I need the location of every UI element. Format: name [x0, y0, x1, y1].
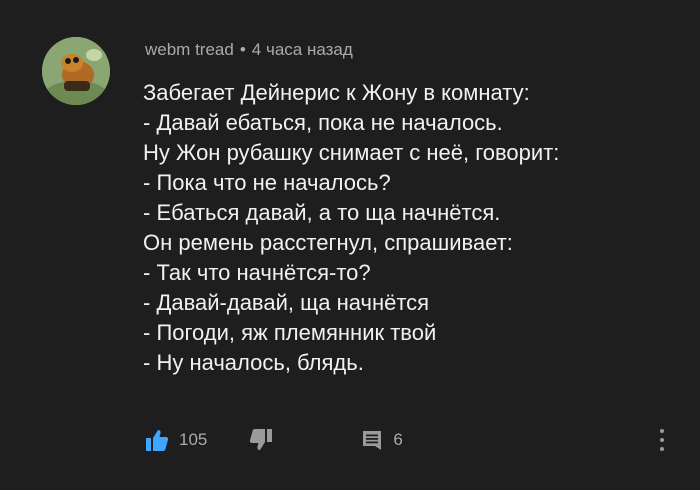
avatar[interactable] — [42, 37, 110, 105]
comment-line: - Так что начнётся-то? — [143, 260, 371, 285]
comment-text: Забегает Дейнерис к Жону в комнату: - Да… — [143, 78, 683, 378]
comment-line: - Погоди, яж племянник твой — [143, 320, 437, 345]
dislike-button[interactable] — [249, 428, 273, 452]
thumbs-up-icon — [146, 430, 169, 451]
comment-meta: webm tread • 4 часа назад — [145, 40, 353, 60]
comment-line: Он ремень расстегнул, спрашивает: — [143, 230, 513, 255]
more-dot — [660, 438, 664, 442]
comment-actions: 105 6 — [145, 425, 403, 455]
author-name[interactable]: webm tread — [145, 40, 234, 59]
comment-line: - Ебаться давай, а то ща начнётся. — [143, 200, 501, 225]
comment-line: Ну Жон рубашку снимает с неё, говорит: — [143, 140, 560, 165]
avatar-image — [42, 37, 110, 105]
thumbs-down-icon — [250, 429, 273, 450]
more-dot — [660, 447, 664, 451]
timestamp[interactable]: 4 часа назад — [252, 40, 353, 59]
comment-line: Забегает Дейнерис к Жону в комнату: — [143, 80, 530, 105]
more-dot — [660, 429, 664, 433]
reply-button[interactable]: 6 — [361, 429, 403, 451]
meta-separator: • — [239, 40, 246, 59]
comment-line: - Давай ебаться, пока не началось. — [143, 110, 503, 135]
comment: webm tread • 4 часа назад Забегает Дейнери… — [0, 0, 700, 490]
more-vertical-icon[interactable] — [656, 427, 668, 453]
reply-count: 6 — [393, 430, 403, 449]
comment-line: - Пока что не началось? — [143, 170, 391, 195]
like-count: 105 — [179, 430, 208, 449]
comment-icon — [363, 431, 382, 450]
like-button[interactable]: 105 — [145, 428, 207, 452]
comment-line: - Давай-давай, ща начнётся — [143, 290, 430, 315]
comment-line: - Ну началось, блядь. — [143, 350, 364, 375]
